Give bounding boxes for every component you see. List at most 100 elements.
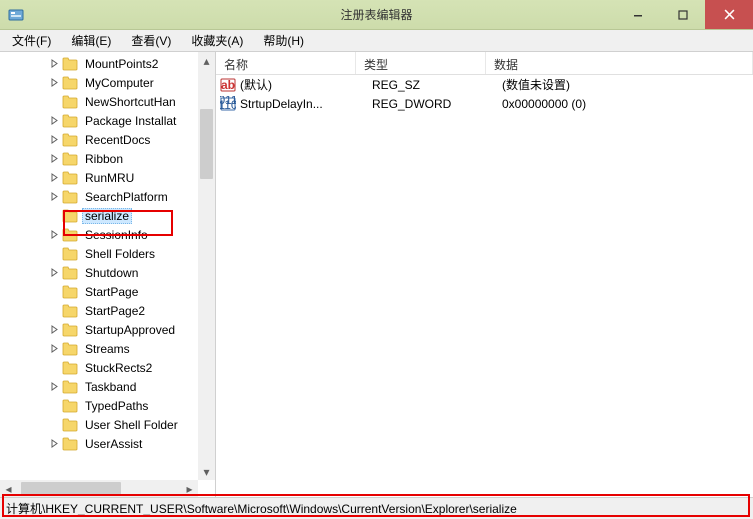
status-path: 计算机\HKEY_CURRENT_USER\Software\Microsoft… <box>6 500 517 517</box>
tree-item-label: Taskband <box>82 379 139 395</box>
folder-icon <box>62 361 78 375</box>
menu-view[interactable]: 查看(V) <box>123 30 179 51</box>
tree-item[interactable]: Shutdown <box>0 263 215 282</box>
expand-arrow-icon[interactable] <box>48 172 60 184</box>
folder-icon <box>62 171 78 185</box>
column-header-name[interactable]: 名称 <box>216 52 356 74</box>
expand-arrow-icon[interactable] <box>48 324 60 336</box>
tree-item-label: MyComputer <box>82 75 157 91</box>
minimize-button[interactable] <box>615 0 660 29</box>
cell-data: (数值未设置) <box>502 76 753 93</box>
tree-item[interactable]: RunMRU <box>0 168 215 187</box>
column-header-type[interactable]: 类型 <box>356 52 486 74</box>
cell-data: 0x00000000 (0) <box>502 97 753 111</box>
list-row[interactable]: 011110StrtupDelayIn...REG_DWORD0x0000000… <box>216 94 753 113</box>
scroll-track[interactable] <box>198 69 215 463</box>
tree-item[interactable]: Taskband <box>0 377 215 396</box>
main-area: MountPoints2 MyComputer NewShortcutHanPack… <box>0 52 753 497</box>
values-pane: 名称 类型 数据 ab(默认)REG_SZ(数值未设置)011110Strtup… <box>216 52 753 497</box>
expand-arrow-icon[interactable] <box>48 58 60 70</box>
maximize-button[interactable] <box>660 0 705 29</box>
scroll-thumb[interactable] <box>200 109 213 179</box>
tree-horizontal-scrollbar[interactable]: ◂ ▸ <box>0 480 198 497</box>
tree-pane: MountPoints2 MyComputer NewShortcutHanPack… <box>0 52 216 497</box>
tree-item[interactable]: serialize <box>0 206 215 225</box>
tree-item-label: StartupApproved <box>82 322 178 338</box>
scroll-up-arrow-icon[interactable]: ▴ <box>198 52 215 69</box>
tree-item[interactable]: StartPage <box>0 282 215 301</box>
tree-item-label: RecentDocs <box>82 132 153 148</box>
tree-item-label: Ribbon <box>82 151 126 167</box>
expand-arrow-icon[interactable] <box>48 343 60 355</box>
close-button[interactable] <box>705 0 753 29</box>
menu-favorites[interactable]: 收藏夹(A) <box>183 30 251 51</box>
expand-arrow-icon[interactable] <box>48 381 60 393</box>
svg-text:ab: ab <box>221 78 235 92</box>
tree-item-label: Streams <box>82 341 133 357</box>
expand-arrow-icon[interactable] <box>48 229 60 241</box>
tree-item[interactable]: User Shell Folder <box>0 415 215 434</box>
tree-item[interactable]: UserAssist <box>0 434 215 453</box>
column-header-data[interactable]: 数据 <box>486 52 753 74</box>
tree-item[interactable]: StartPage2 <box>0 301 215 320</box>
scroll-down-arrow-icon[interactable]: ▾ <box>198 463 215 480</box>
registry-tree[interactable]: MountPoints2 MyComputer NewShortcutHanPack… <box>0 52 215 455</box>
tree-item[interactable]: Streams <box>0 339 215 358</box>
folder-icon <box>62 228 78 242</box>
tree-item[interactable]: NewShortcutHan <box>0 92 215 111</box>
tree-item-label: StuckRects2 <box>82 360 155 376</box>
list-row[interactable]: ab(默认)REG_SZ(数值未设置) <box>216 75 753 94</box>
expand-arrow-icon[interactable] <box>48 134 60 146</box>
tree-item-label: serialize <box>82 208 132 224</box>
tree-item[interactable]: StuckRects2 <box>0 358 215 377</box>
cell-name: StrtupDelayIn... <box>240 97 372 111</box>
folder-icon <box>62 323 78 337</box>
scroll-right-arrow-icon[interactable]: ▸ <box>181 480 198 497</box>
tree-item[interactable]: TypedPaths <box>0 396 215 415</box>
svg-text:110: 110 <box>220 98 236 112</box>
folder-icon <box>62 437 78 451</box>
tree-item-label: TypedPaths <box>82 398 151 414</box>
list-body[interactable]: ab(默认)REG_SZ(数值未设置)011110StrtupDelayIn..… <box>216 75 753 497</box>
scroll-thumb[interactable] <box>21 482 121 495</box>
folder-icon <box>62 418 78 432</box>
folder-icon <box>62 399 78 413</box>
title-bar: 注册表编辑器 <box>0 0 753 30</box>
tree-item[interactable]: SearchPlatform <box>0 187 215 206</box>
app-icon <box>8 7 24 23</box>
tree-item[interactable]: StartupApproved <box>0 320 215 339</box>
folder-icon <box>62 57 78 71</box>
cell-type: REG_DWORD <box>372 97 502 111</box>
folder-icon <box>62 209 78 223</box>
window-title: 注册表编辑器 <box>340 6 412 23</box>
tree-item-label: SearchPlatform <box>82 189 171 205</box>
tree-item-label: SessionInfo <box>82 227 151 243</box>
menu-edit[interactable]: 编辑(E) <box>63 30 119 51</box>
scroll-track[interactable] <box>17 480 181 497</box>
expand-arrow-icon[interactable] <box>48 115 60 127</box>
tree-item-label: RunMRU <box>82 170 137 186</box>
tree-item-label: StartPage2 <box>82 303 148 319</box>
tree-item[interactable]: MyComputer <box>0 73 215 92</box>
expand-arrow-icon[interactable] <box>48 191 60 203</box>
tree-item[interactable]: Package Installat <box>0 111 215 130</box>
tree-item-label: StartPage <box>82 284 141 300</box>
tree-item-label: UserAssist <box>82 436 145 452</box>
tree-item[interactable]: SessionInfo <box>0 225 215 244</box>
folder-icon <box>62 133 78 147</box>
expand-arrow-icon[interactable] <box>48 153 60 165</box>
folder-icon <box>62 304 78 318</box>
expand-arrow-icon[interactable] <box>48 267 60 279</box>
tree-item-label: NewShortcutHan <box>82 94 179 110</box>
menu-help[interactable]: 帮助(H) <box>255 30 312 51</box>
expand-arrow-icon[interactable] <box>48 438 60 450</box>
tree-item[interactable]: Ribbon <box>0 149 215 168</box>
scroll-left-arrow-icon[interactable]: ◂ <box>0 480 17 497</box>
tree-item[interactable]: MountPoints2 <box>0 54 215 73</box>
folder-icon <box>62 285 78 299</box>
expand-arrow-icon[interactable] <box>48 77 60 89</box>
menu-file[interactable]: 文件(F) <box>4 30 59 51</box>
tree-vertical-scrollbar[interactable]: ▴ ▾ <box>198 52 215 480</box>
tree-item[interactable]: Shell Folders <box>0 244 215 263</box>
tree-item[interactable]: RecentDocs <box>0 130 215 149</box>
